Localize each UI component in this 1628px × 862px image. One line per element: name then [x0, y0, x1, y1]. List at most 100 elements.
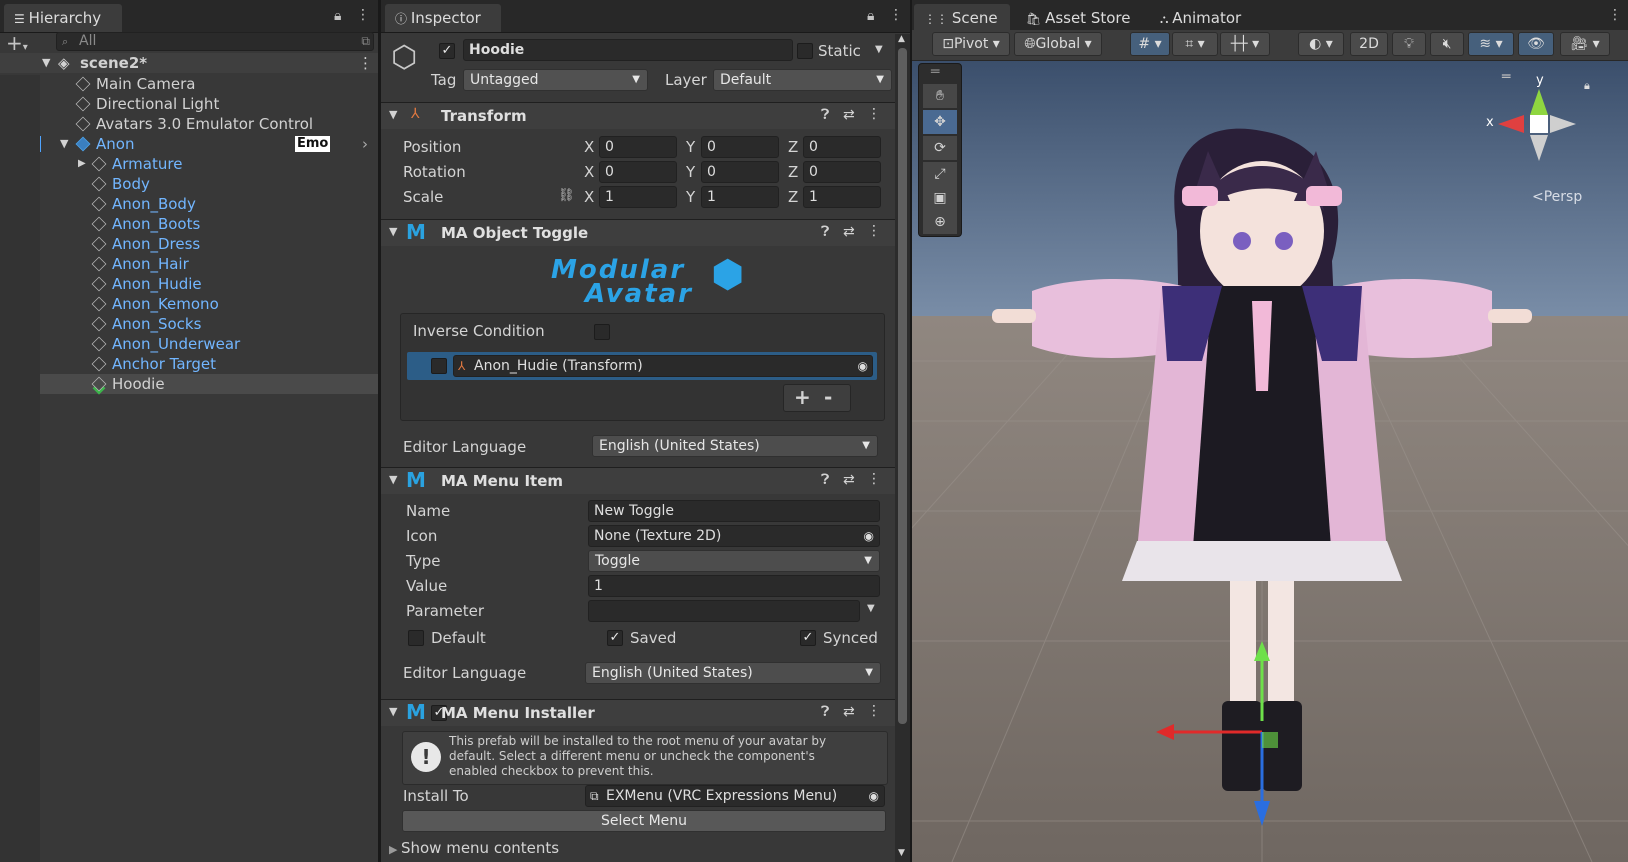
parameter-dropdown-icon[interactable]: ▼ [867, 603, 875, 614]
gizmo-lock-icon[interactable]: 🔒︎ [1584, 79, 1590, 93]
gizmo-menu-icon[interactable]: ═ [1502, 69, 1510, 85]
axis-label[interactable]: X [584, 188, 594, 206]
more-menu-icon[interactable]: ⋮ [356, 7, 370, 23]
hierarchy-search-input[interactable]: ⌕ All ⧉ [56, 32, 374, 51]
axis-label[interactable]: X [584, 138, 594, 156]
tab-hierarchy[interactable]: ☰ Hierarchy [4, 4, 122, 32]
axis-label[interactable]: Y [686, 188, 695, 206]
help-icon[interactable]: ❓︎ [821, 472, 829, 488]
menu-type-dropdown[interactable]: Toggle ▼ [588, 550, 880, 572]
help-icon[interactable]: ❓︎ [821, 224, 829, 240]
hierarchy-item[interactable]: ▶ Armature [0, 154, 378, 174]
transform-position-z-field[interactable]: 0 [803, 136, 881, 158]
hidden-objects-toggle[interactable]: 👁︎ [1518, 32, 1554, 56]
axis-label[interactable]: Y [686, 138, 695, 156]
hierarchy-item[interactable]: Anon_Boots [0, 214, 378, 234]
effects-dropdown[interactable]: ≋ ▾ [1468, 32, 1514, 56]
gizmo-y-axis[interactable] [1530, 89, 1548, 115]
axis-label[interactable]: X [584, 163, 594, 181]
scroll-down-icon[interactable]: ▼ [898, 848, 905, 858]
default-checkbox[interactable] [408, 630, 424, 646]
chevron-right-icon[interactable]: › [362, 134, 368, 154]
gizmo-neg-y-axis[interactable] [1530, 135, 1548, 161]
hierarchy-item[interactable]: Anon_Body [0, 194, 378, 214]
scale-tool-icon[interactable]: ⤢ [923, 162, 957, 186]
transform-tool-icon[interactable]: ⊕ [923, 210, 957, 234]
scene-row[interactable]: ▼ ◈ scene2* ⋮ [0, 53, 378, 73]
tab-animator[interactable]: ⛬ Animator [1150, 4, 1270, 32]
rotate-tool-icon[interactable]: ⟳ [923, 136, 957, 160]
gizmo-neg-x-axis[interactable] [1550, 115, 1576, 133]
more-menu-icon[interactable]: ⋮ [1608, 7, 1622, 23]
scroll-thumb[interactable] [898, 48, 907, 724]
tab-scene[interactable]: ⋮⋮ Scene [914, 4, 1010, 32]
list-add-button[interactable]: + [794, 385, 811, 409]
preset-icon[interactable]: ⇄ [843, 704, 855, 720]
transform-position-y-field[interactable]: 0 [701, 136, 779, 158]
object-name-field[interactable]: Hoodie [463, 39, 793, 61]
scroll-up-icon[interactable]: ▲ [898, 34, 905, 44]
tab-inspector[interactable]: ⓘ Inspector [385, 4, 501, 32]
more-menu-icon[interactable]: ⋮ [889, 7, 903, 23]
transform-rotation-y-field[interactable]: 0 [701, 161, 779, 183]
foldout-arrow-icon[interactable]: ▼ [389, 705, 397, 718]
hierarchy-item[interactable]: Directional Light [0, 94, 378, 114]
camera-dropdown[interactable]: 🎥︎ ▾ [1560, 32, 1610, 56]
2d-toggle-button[interactable]: 2D [1350, 32, 1388, 56]
axis-label[interactable]: Z [788, 138, 798, 156]
hand-tool-icon[interactable]: ✋︎ [923, 84, 957, 108]
component-menu-icon[interactable]: ⋮ [867, 471, 881, 487]
hierarchy-item[interactable]: Anon_Hudie [0, 274, 378, 294]
gizmo-x-axis[interactable] [1498, 115, 1524, 133]
foldout-arrow-icon[interactable]: ▼ [60, 134, 68, 154]
show-menu-contents-foldout[interactable]: ▶ Show menu contents [389, 839, 559, 857]
transform-scale-x-field[interactable]: 1 [599, 186, 677, 208]
layer-dropdown[interactable]: Default ▼ [713, 69, 892, 91]
foldout-arrow-icon[interactable]: ▼ [389, 473, 397, 486]
hierarchy-item[interactable]: Body [0, 174, 378, 194]
persp-label[interactable]: <Persp [1532, 189, 1582, 205]
hierarchy-item[interactable]: Anon_Underwear [0, 334, 378, 354]
rect-tool-icon[interactable]: ▣ [923, 186, 957, 210]
synced-checkbox[interactable]: ✓ [800, 630, 816, 646]
component-menu-icon[interactable]: ⋮ [867, 223, 881, 239]
object-picker-icon[interactable]: ◉ [869, 786, 879, 806]
inverse-condition-checkbox[interactable] [594, 324, 610, 340]
pivot-dropdown[interactable]: ⊡Pivot ▾ [932, 32, 1010, 56]
menu-icon-field[interactable]: None (Texture 2D) ◉ [588, 525, 880, 547]
install-to-field[interactable]: ⧉ EXMenu (VRC Expressions Menu) ◉ [585, 785, 885, 807]
foldout-arrow-icon[interactable]: ▼ [42, 53, 50, 73]
transform-rotation-z-field[interactable]: 0 [803, 161, 881, 183]
hierarchy-item[interactable]: Anon_Hair [0, 254, 378, 274]
tab-asset-store[interactable]: 🛍︎ Asset Store [1016, 4, 1146, 32]
transform-scale-z-field[interactable]: 1 [803, 186, 881, 208]
editor-language-dropdown[interactable]: English (United States) ▼ [592, 435, 878, 457]
scene-menu-icon[interactable]: ⋮ [358, 53, 373, 73]
search-filter-icon[interactable]: ⧉ [361, 33, 370, 50]
hierarchy-item[interactable]: Hoodie [0, 374, 378, 394]
gizmo-center-cube[interactable] [1530, 115, 1548, 133]
editor-language-dropdown[interactable]: English (United States) ▼ [585, 662, 881, 684]
orientation-gizmo[interactable]: ═ 🔒︎ y x <Persp [1482, 69, 1602, 205]
help-icon[interactable]: ❓︎ [821, 107, 829, 123]
list-remove-button[interactable]: - [824, 385, 832, 409]
menu-parameter-field[interactable] [588, 600, 860, 622]
menu-value-field[interactable]: 1 [588, 575, 880, 597]
lock-icon[interactable]: 🔒︎ [867, 8, 874, 24]
toggle-target-row[interactable]: ⅄ Anon_Hudie (Transform) ◉ [407, 352, 877, 380]
static-checkbox[interactable] [797, 43, 813, 59]
lighting-toggle-button[interactable]: 💡︎ [1392, 32, 1426, 56]
ruler-button[interactable]: ┼┼ ▾ [1220, 32, 1270, 56]
preset-icon[interactable]: ⇄ [843, 472, 855, 488]
hierarchy-item[interactable]: Avatars 3.0 Emulator Control [0, 114, 378, 134]
target-enable-checkbox[interactable] [431, 358, 447, 374]
transform-header[interactable]: ▼ ⅄ Transform ❓︎ ⇄ ⋮ [381, 102, 910, 129]
object-picker-icon[interactable]: ◉ [864, 526, 874, 546]
transform-rotation-x-field[interactable]: 0 [599, 161, 677, 183]
component-menu-icon[interactable]: ⋮ [867, 703, 881, 719]
drag-handle-icon[interactable]: ═ [931, 64, 939, 80]
hierarchy-item[interactable]: Anon_Socks [0, 314, 378, 334]
preset-icon[interactable]: ⇄ [843, 107, 855, 123]
object-picker-icon[interactable]: ◉ [858, 356, 868, 376]
active-checkbox[interactable]: ✓ [439, 43, 455, 59]
